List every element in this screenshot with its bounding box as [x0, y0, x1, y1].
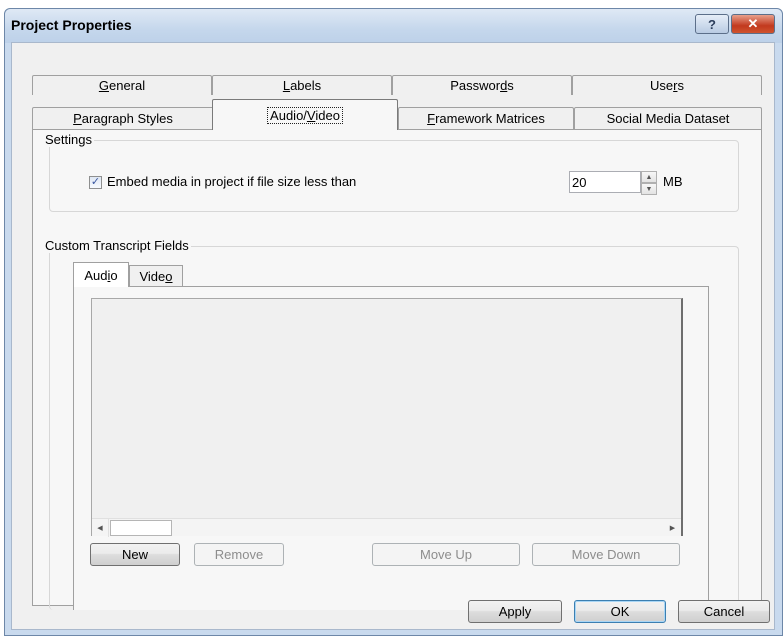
subtab-audio[interactable]: Aud i o	[73, 262, 129, 287]
tab-audio-video-label: Audio/Video	[267, 106, 343, 124]
subtab-video[interactable]: Vide o	[129, 265, 183, 287]
tab-passwords[interactable]: Passwor d s	[392, 75, 572, 95]
close-button[interactable]: ✕	[731, 14, 775, 34]
scroll-left-icon[interactable]: ◀	[92, 519, 109, 537]
scroll-right-icon[interactable]: ▶	[664, 519, 681, 537]
file-size-stepper[interactable]: ▲ ▼	[641, 171, 657, 195]
tab-labels[interactable]: Labels	[212, 75, 392, 95]
tab-paragraph-styles[interactable]: Paragraph Styles	[32, 107, 214, 129]
help-button[interactable]: ?	[695, 14, 729, 34]
tab-panel-audio-video: Settings ✓ Embed media in project if fil…	[32, 129, 762, 610]
cancel-button[interactable]: Cancel	[678, 600, 770, 623]
dialog-client: General Labels Passwor d s Use r s Paragraph…	[11, 42, 775, 630]
tab-framework-matrices[interactable]: Framework Matrices	[398, 107, 574, 129]
scroll-thumb[interactable]	[110, 520, 172, 536]
tab-social-media-dataset[interactable]: Social Media Dataset	[574, 107, 762, 129]
dialog-window: Project Properties ? ✕ General Labels Pa…	[4, 8, 783, 636]
file-size-input[interactable]: 20	[569, 171, 641, 193]
embed-media-checkbox[interactable]: ✓	[89, 176, 102, 189]
tab-audio-video[interactable]: Audio/Video	[212, 99, 398, 130]
tab-users[interactable]: Use r s	[572, 75, 762, 95]
spin-up-icon[interactable]: ▲	[641, 171, 657, 183]
spin-down-icon[interactable]: ▼	[641, 183, 657, 195]
title-bar[interactable]: Project Properties ? ✕	[5, 9, 782, 43]
move-up-button[interactable]: Move Up	[372, 543, 520, 566]
settings-group-label: Settings	[43, 132, 94, 147]
window-title: Project Properties	[11, 17, 132, 33]
new-button[interactable]: New	[90, 543, 180, 566]
file-size-unit: MB	[663, 174, 683, 189]
custom-transcript-group-label: Custom Transcript Fields	[43, 238, 191, 253]
ok-button[interactable]: OK	[574, 600, 666, 623]
close-icon: ✕	[747, 16, 759, 31]
check-icon: ✓	[90, 176, 101, 188]
tab-general[interactable]: General	[32, 75, 212, 95]
embed-media-label: Embed media in project if file size less…	[107, 174, 357, 189]
fields-list[interactable]: ◀ ▶	[91, 298, 683, 537]
horizontal-scrollbar[interactable]: ◀ ▶	[92, 518, 681, 537]
apply-button[interactable]: Apply	[468, 600, 562, 623]
subtab-panel-audio: ◀ ▶ New Remove Move Up Move Down	[73, 286, 709, 610]
help-icon: ?	[708, 16, 716, 32]
move-down-button[interactable]: Move Down	[532, 543, 680, 566]
remove-button[interactable]: Remove	[194, 543, 284, 566]
